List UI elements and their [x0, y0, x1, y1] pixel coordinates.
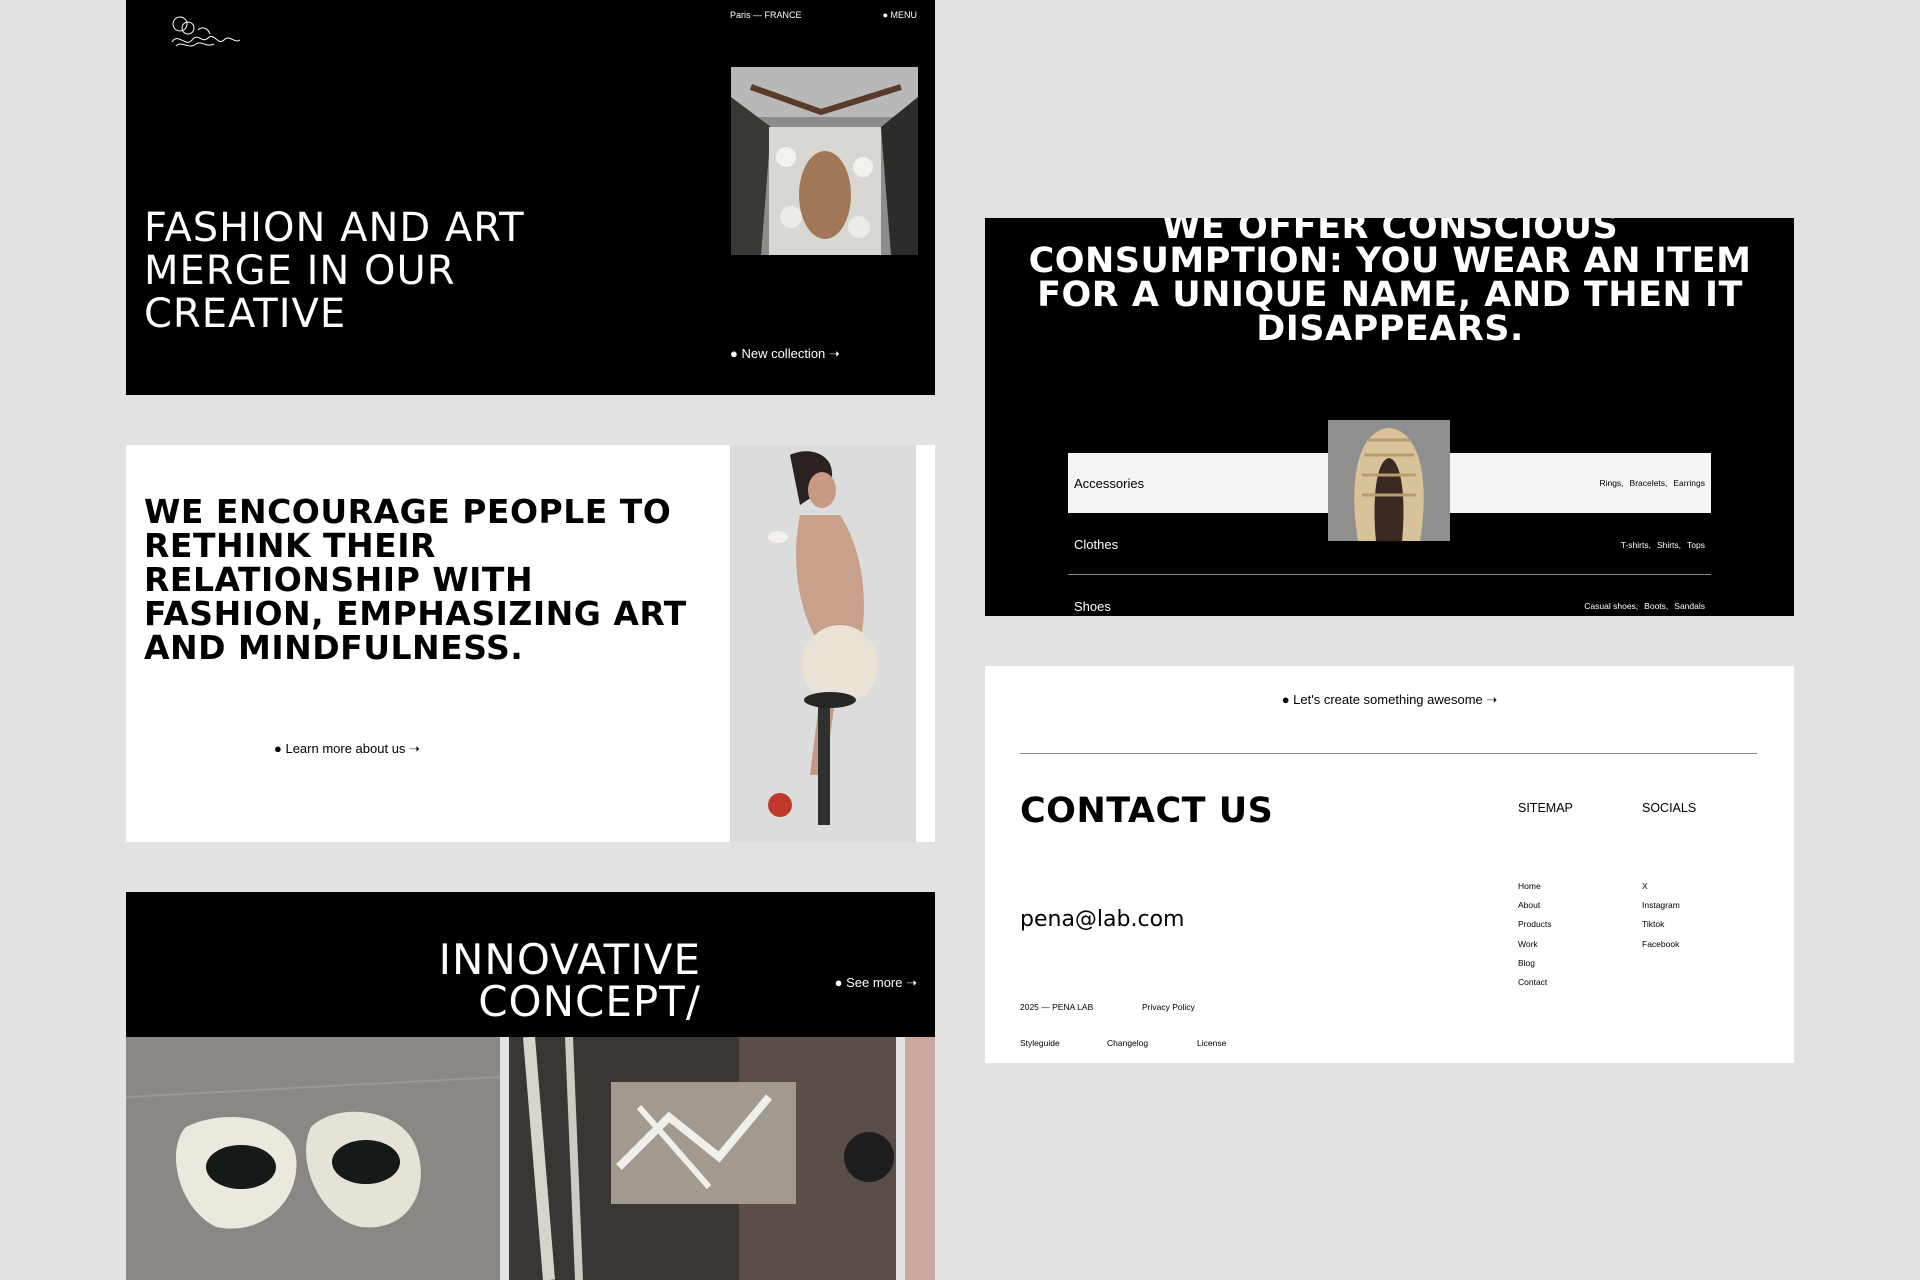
contact-email-link[interactable]: pena@lab.com — [1020, 907, 1184, 932]
license-link[interactable]: License — [1197, 1038, 1226, 1048]
social-link-facebook[interactable]: Facebook — [1642, 935, 1680, 954]
subcategory-link[interactable]: Shirts, — [1657, 540, 1681, 550]
sitemap-link-products[interactable]: Products — [1518, 915, 1552, 934]
new-collection-link[interactable]: ● New collection ➝ — [730, 346, 840, 362]
category-row-shoes[interactable]: Shoes Casual shoes, Boots, Sandals — [1068, 576, 1711, 616]
divider — [1020, 753, 1757, 754]
styleguide-link[interactable]: Styleguide — [1020, 1038, 1060, 1048]
category-subs: T-shirts, Shirts, Tops — [1621, 540, 1705, 550]
concept-header: INNOVATIVE CONCEPT/ ● See more ➝ — [126, 892, 935, 1037]
third-concept-photo[interactable] — [905, 1037, 935, 1280]
category-name: Clothes — [1074, 537, 1119, 552]
sitemap-title: SITEMAP — [1518, 801, 1573, 815]
subcategory-link[interactable]: T-shirts, — [1621, 540, 1651, 550]
subcategory-link[interactable]: Casual shoes, — [1584, 601, 1638, 611]
categories-headline: WE OFFER CONSCIOUS CONSUMPTION: YOU WEAR… — [1028, 218, 1752, 349]
sitemap-list: Home About Products Work Blog Contact — [1518, 877, 1552, 992]
model-on-bike-photo — [730, 445, 916, 842]
subcategory-link[interactable]: Tops — [1687, 540, 1705, 550]
socials-list: X Instagram Tiktok Facebook — [1642, 877, 1680, 954]
social-link-tiktok[interactable]: Tiktok — [1642, 915, 1680, 934]
foam-shoes-photo[interactable] — [126, 1037, 500, 1280]
about-headline: WE ENCOURAGE PEOPLE TO RETHINK THEIR REL… — [144, 492, 687, 667]
socials-title: SOCIALS — [1642, 801, 1697, 815]
hero-headline: FASHION AND ART MERGE IN OUR CREATIVE — [144, 204, 525, 337]
contact-panel: ● Let's create something awesome ➝ CONTA… — [985, 666, 1794, 1063]
about-panel: WE ENCOURAGE PEOPLE TO RETHINK THEIR REL… — [126, 445, 935, 842]
braided-hair-photo — [1328, 420, 1450, 541]
concept-panel: INNOVATIVE CONCEPT/ ● See more ➝ — [126, 892, 935, 1280]
dinner-table-photo — [731, 67, 918, 255]
changelog-link[interactable]: Changelog — [1107, 1038, 1148, 1048]
subcategory-link[interactable]: Boots, — [1644, 601, 1668, 611]
pena-logo[interactable] — [168, 14, 244, 54]
category-name: Accessories — [1074, 475, 1145, 491]
subcategory-link[interactable]: Bracelets, — [1630, 478, 1668, 488]
subcategory-link[interactable]: Rings, — [1599, 478, 1623, 488]
copyright-text: 2025 — PENA LAB — [1020, 1002, 1094, 1012]
privacy-policy-link[interactable]: Privacy Policy — [1142, 1002, 1195, 1012]
foam-sculpture-photo[interactable] — [509, 1037, 896, 1280]
subcategory-link[interactable]: Earrings — [1673, 478, 1705, 488]
create-something-link[interactable]: ● Let's create something awesome ➝ — [985, 692, 1794, 708]
learn-more-link[interactable]: ● Learn more about us ➝ — [274, 741, 420, 757]
subcategory-link[interactable]: Sandals — [1674, 601, 1705, 611]
category-subs: Rings, Bracelets, Earrings — [1599, 478, 1705, 488]
location-label: Paris — FRANCE — [730, 10, 802, 20]
social-link-instagram[interactable]: Instagram — [1642, 896, 1680, 915]
contact-headline: CONTACT US — [1020, 791, 1274, 831]
sitemap-link-home[interactable]: Home — [1518, 877, 1552, 896]
menu-button[interactable]: ● MENU — [883, 10, 917, 20]
categories-panel: WE OFFER CONSCIOUS CONSUMPTION: YOU WEAR… — [985, 218, 1794, 616]
sitemap-link-contact[interactable]: Contact — [1518, 973, 1552, 992]
hero-panel: Paris — FRANCE ● MENU FASHION AND ART ME… — [126, 0, 935, 395]
social-link-x[interactable]: X — [1642, 877, 1680, 896]
sitemap-link-work[interactable]: Work — [1518, 935, 1552, 954]
category-name: Shoes — [1074, 598, 1111, 614]
sitemap-link-about[interactable]: About — [1518, 896, 1552, 915]
category-subs: Casual shoes, Boots, Sandals — [1584, 601, 1705, 611]
see-more-link[interactable]: ● See more ➝ — [835, 975, 917, 991]
sitemap-link-blog[interactable]: Blog — [1518, 954, 1552, 973]
concept-headline: INNOVATIVE CONCEPT/ — [438, 934, 701, 1026]
